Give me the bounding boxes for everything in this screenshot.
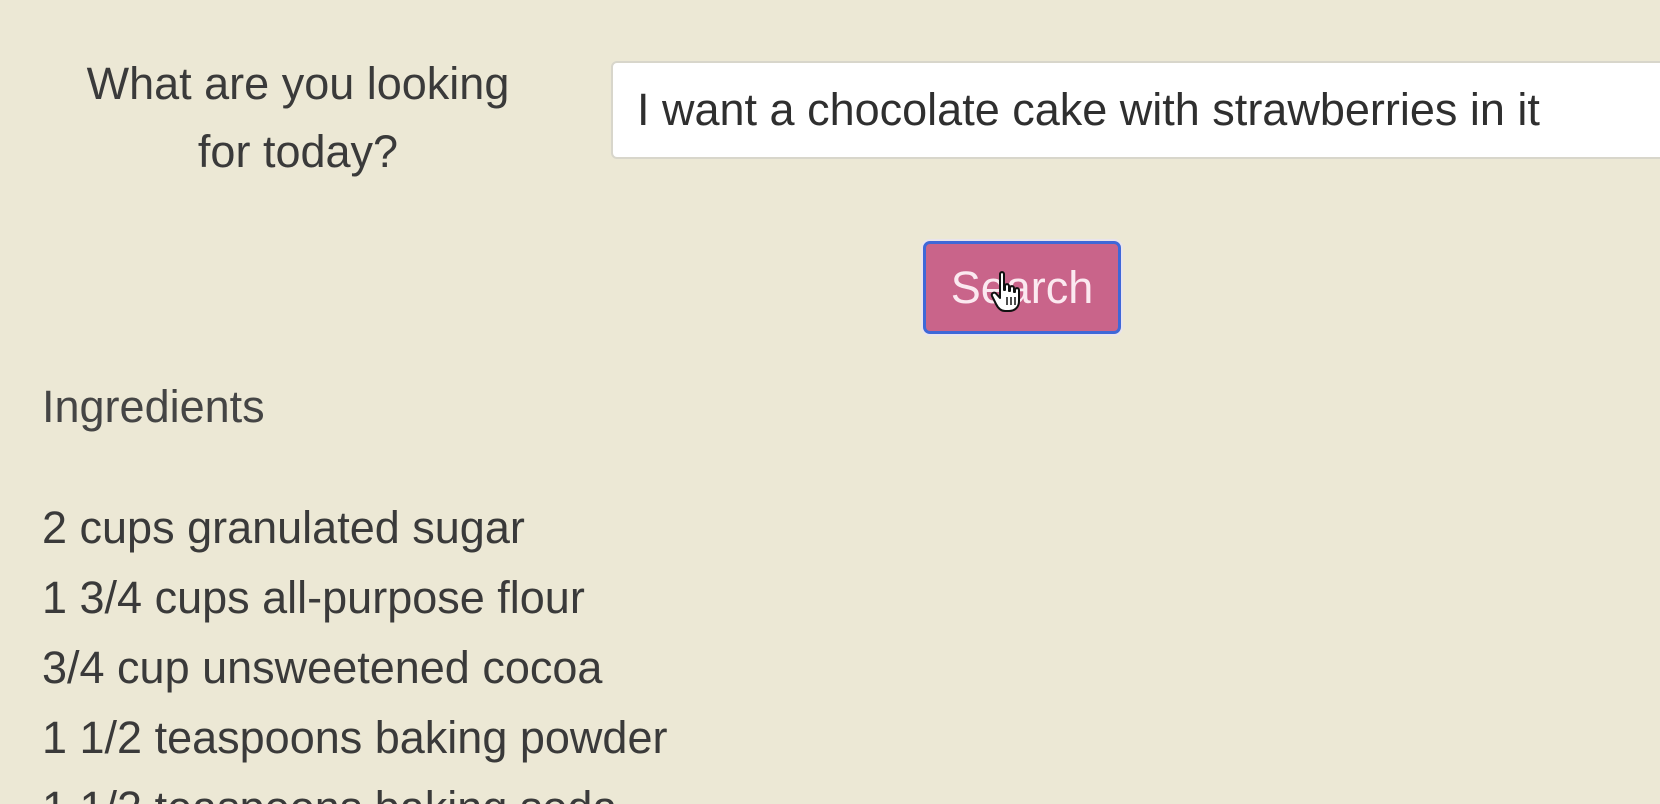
query-label-line-1: What are you looking [86, 58, 510, 109]
recipe-search-page: What are you looking for today? Search I… [0, 0, 1660, 804]
ingredients-heading: Ingredients [42, 381, 265, 432]
ingredient-item: 1 1/2 teaspoons baking powder [42, 712, 668, 763]
query-label-line-2: for today? [197, 126, 399, 177]
search-query-input[interactable] [611, 61, 1660, 159]
ingredient-item: 1 3/4 cups all-purpose flour [42, 572, 585, 623]
ingredient-item: 3/4 cup unsweetened cocoa [42, 642, 603, 693]
query-label: What are you looking for today? [48, 50, 548, 186]
ingredient-item: 2 cups granulated sugar [42, 502, 525, 553]
ingredient-list: 2 cups granulated sugar 1 3/4 cups all-p… [42, 493, 667, 804]
ingredient-item: 1 1/2 teaspoons baking soda [42, 773, 667, 804]
search-button[interactable]: Search [923, 241, 1121, 334]
